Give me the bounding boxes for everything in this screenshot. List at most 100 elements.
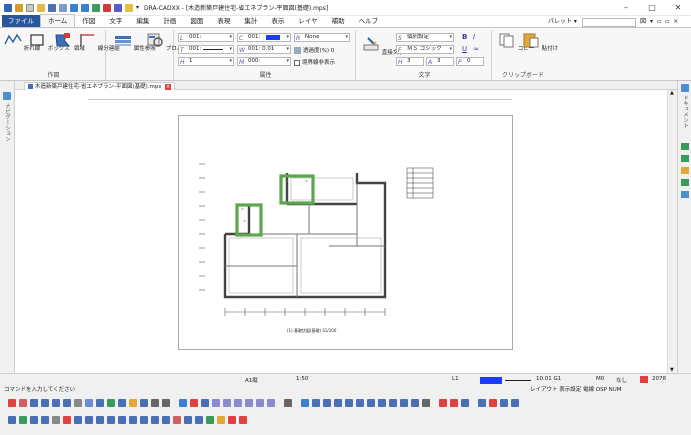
strike-icon[interactable]: ≈ — [473, 45, 479, 53]
toolbar-icon[interactable] — [190, 398, 198, 407]
toolbar-icon[interactable] — [323, 398, 331, 407]
toolbar-icon[interactable] — [30, 398, 38, 407]
tab-home[interactable]: ホーム — [40, 14, 76, 27]
toolbar-icon[interactable] — [107, 398, 115, 407]
toolbar-icon[interactable] — [41, 415, 49, 424]
toolbar-icon[interactable] — [140, 415, 148, 424]
linetype-select[interactable]: T 001: ▾ — [178, 45, 234, 54]
tab-layer[interactable]: レイヤ — [291, 15, 324, 27]
toolbar-icon[interactable] — [173, 415, 181, 424]
document-tab[interactable]: 木造新築戸建住宅-省エネプラン-平面図(基礎).mps × — [24, 82, 175, 90]
hatch-select[interactable]: H 1 ▾ — [178, 57, 234, 66]
folder-icon[interactable] — [125, 3, 133, 12]
toolbar-icon[interactable] — [228, 415, 236, 424]
font-select[interactable]: F ＭＳ ゴシック ▾ — [396, 45, 454, 54]
maximize-button[interactable]: □ — [639, 0, 665, 16]
toolbar-icon[interactable] — [118, 398, 126, 407]
fontsize-select[interactable]: M 000: ▾ — [237, 57, 291, 66]
tab-edit[interactable]: 編集 — [129, 15, 156, 27]
paste-button[interactable]: 貼付け — [522, 32, 558, 52]
toolbar-icon[interactable] — [334, 398, 342, 407]
toolbar-icon[interactable] — [239, 415, 247, 424]
right-pane-label[interactable]: ドキュメント — [681, 95, 689, 128]
render-select[interactable]: R None ▾ — [294, 33, 350, 42]
toolbar-icon[interactable] — [63, 398, 71, 407]
toolbar-icon[interactable] — [284, 398, 292, 407]
toolbar-icon[interactable] — [422, 398, 430, 407]
toolbar-icon[interactable] — [195, 415, 203, 424]
alert-icon[interactable] — [640, 376, 648, 383]
tool-icon-4[interactable] — [681, 179, 689, 186]
layer-icon[interactable] — [92, 3, 100, 12]
toolbar-icon[interactable] — [162, 415, 170, 424]
print-icon[interactable] — [59, 3, 67, 12]
text-preset-select[interactable]: S 個別設定 ▾ — [396, 33, 454, 42]
redo-icon[interactable] — [81, 3, 89, 12]
document-pane-icon[interactable] — [681, 84, 689, 92]
doc-close-button[interactable]: × — [673, 16, 678, 28]
toolbar-icon[interactable] — [63, 415, 71, 424]
layer-select[interactable]: L 001: ▾ — [178, 33, 234, 42]
text-spacing-input[interactable]: P0 — [456, 57, 484, 66]
tab-expression[interactable]: 表現 — [210, 15, 237, 27]
toolbar-icon[interactable] — [201, 398, 209, 407]
toolbar-icon[interactable] — [52, 415, 60, 424]
toolbar-icon[interactable] — [162, 398, 170, 407]
toolbar-icon[interactable] — [450, 398, 458, 407]
toolbar-icon[interactable] — [212, 398, 220, 407]
toolbar-icon[interactable] — [223, 398, 231, 407]
toolbar-icon[interactable] — [114, 3, 122, 12]
mode-indicator[interactable]: M0 — [596, 376, 604, 382]
toolbar-icon[interactable] — [8, 398, 16, 407]
toolbar-icon[interactable] — [96, 398, 104, 407]
palette-dropdown[interactable]: パレット ▾ — [548, 16, 577, 28]
toolbar-icon[interactable] — [267, 398, 275, 407]
toolbar-icon[interactable] — [489, 398, 497, 407]
tool-icon-5[interactable] — [681, 191, 689, 198]
tab-assist[interactable]: 補助 — [325, 15, 352, 27]
toolbar-icon[interactable] — [85, 398, 93, 407]
toolbar-icon[interactable] — [367, 398, 375, 407]
toolbar-icon[interactable] — [511, 398, 519, 407]
text-height-input[interactable]: H3 — [396, 57, 424, 66]
toolbar-icon[interactable] — [245, 398, 253, 407]
color-select[interactable]: C 001: ▾ — [237, 33, 291, 42]
toolbar-icon[interactable] — [312, 398, 320, 407]
undo-icon[interactable] — [70, 3, 78, 12]
toolbar-icon[interactable] — [301, 398, 309, 407]
toolbar-icon[interactable] — [118, 415, 126, 424]
toolbar-icon[interactable] — [74, 398, 82, 407]
tool-icon-3[interactable] — [681, 167, 689, 174]
paper-size[interactable]: A1縦 — [245, 376, 258, 384]
navigation-icon[interactable] — [3, 92, 11, 100]
new-icon[interactable] — [15, 3, 23, 12]
toolbar-icon[interactable] — [19, 398, 27, 407]
toolbar-icon[interactable] — [378, 398, 386, 407]
tool-icon-2[interactable] — [681, 155, 689, 162]
toolbar-icon[interactable] — [389, 398, 397, 407]
toolbar-icon[interactable] — [179, 398, 187, 407]
layer-indicator[interactable]: L1 — [452, 376, 459, 382]
underline-icon[interactable]: U — [462, 45, 467, 53]
tool-icon-1[interactable] — [681, 143, 689, 150]
toolbar-icon[interactable] — [500, 398, 508, 407]
toolbar-icon[interactable] — [19, 415, 27, 424]
scroll-up-icon[interactable]: ▲ — [670, 90, 674, 96]
palette-input[interactable] — [582, 18, 636, 27]
doc-restore-button[interactable]: ▫ — [665, 16, 669, 28]
toolbar-icon[interactable] — [345, 398, 353, 407]
tab-help[interactable]: ヘルプ — [352, 15, 386, 27]
customize-icon[interactable]: ▾ — [136, 4, 139, 12]
line-width-indicator[interactable]: 10.01 G1 — [536, 376, 561, 382]
color-indicator[interactable] — [480, 377, 502, 384]
toolbar-icon[interactable] — [85, 415, 93, 424]
transparency-field[interactable]: 透過度(%) 0 — [294, 46, 334, 54]
toolbar-icon[interactable] — [461, 398, 469, 407]
save-icon[interactable] — [48, 3, 56, 12]
toolbar-icon[interactable] — [356, 398, 364, 407]
tab-aggregate[interactable]: 集計 — [237, 15, 264, 27]
vertical-scrollbar[interactable]: ▲ ▼ — [667, 90, 677, 373]
ribbon-view-button[interactable]: 図 — [640, 16, 646, 28]
toolbar-icon[interactable] — [52, 398, 60, 407]
toolbar-icon[interactable] — [206, 415, 214, 424]
